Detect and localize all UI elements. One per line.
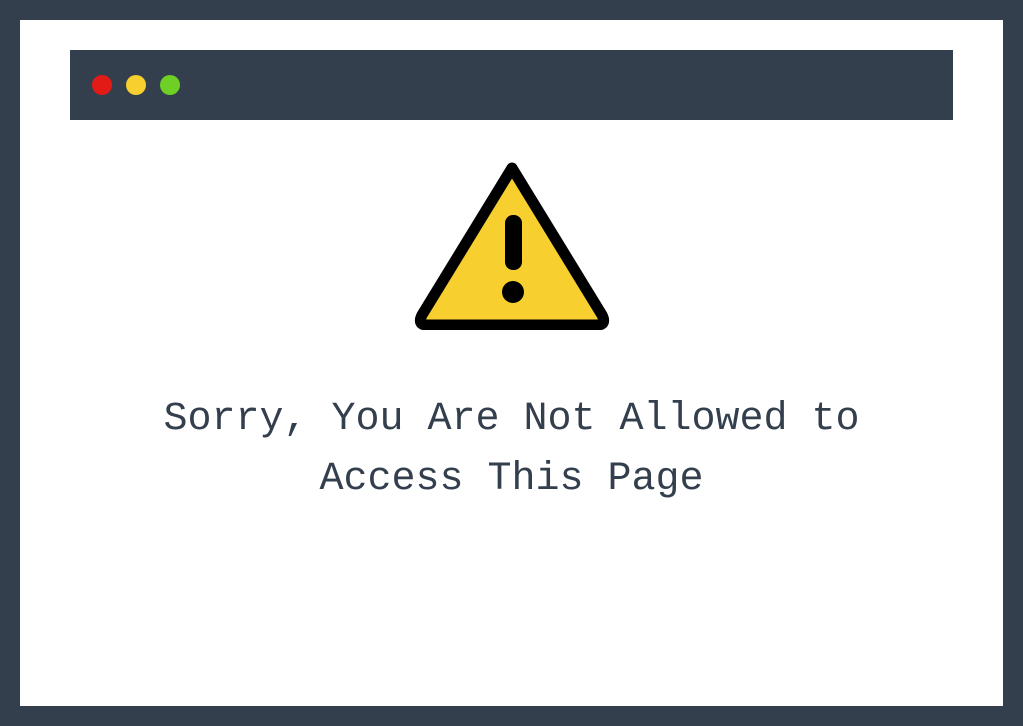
- access-denied-message: Sorry, You Are Not Allowed to Access Thi…: [102, 390, 922, 510]
- warning-icon: [412, 160, 612, 330]
- window-minimize-button[interactable]: [126, 75, 146, 95]
- window-close-button[interactable]: [92, 75, 112, 95]
- browser-window: Sorry, You Are Not Allowed to Access Thi…: [20, 20, 1003, 706]
- window-titlebar: [70, 50, 953, 120]
- page-content: Sorry, You Are Not Allowed to Access Thi…: [20, 120, 1003, 706]
- window-maximize-button[interactable]: [160, 75, 180, 95]
